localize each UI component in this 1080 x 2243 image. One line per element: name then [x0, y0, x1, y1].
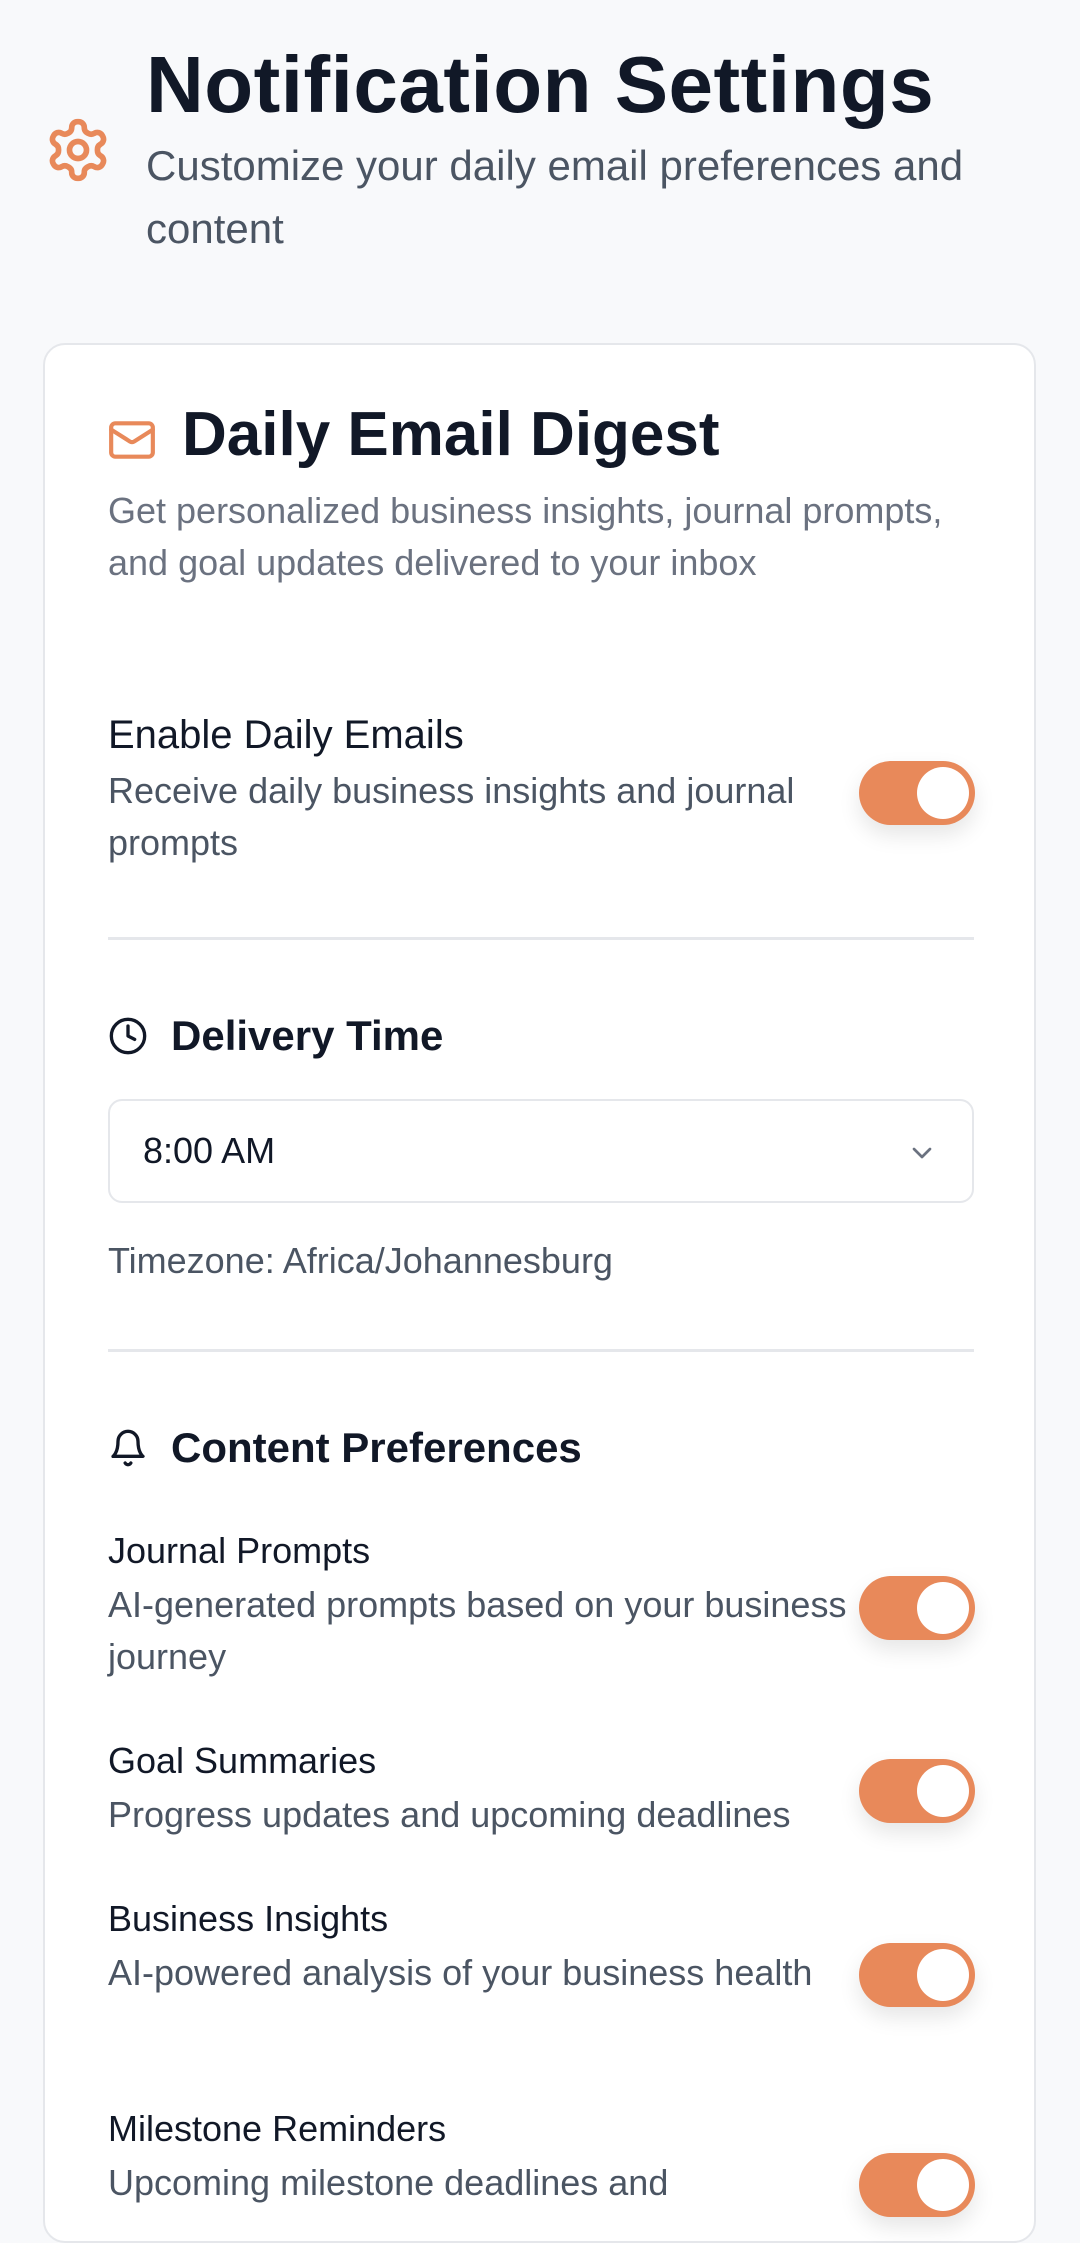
timezone-label: Timezone: Africa/Johannesburg — [108, 1240, 613, 1281]
divider — [108, 1349, 974, 1352]
enable-daily-emails-toggle[interactable] — [859, 761, 975, 825]
enable-daily-emails-description: Receive daily business insights and jour… — [108, 770, 795, 863]
business-insights-toggle[interactable] — [859, 1943, 975, 2007]
business-insights-description: AI-powered analysis of your business hea… — [108, 1952, 813, 1993]
milestone-reminders-toggle[interactable] — [859, 2153, 975, 2217]
journal-prompts-toggle[interactable] — [859, 1576, 975, 1640]
clock-icon — [109, 1017, 147, 1055]
milestone-reminders-description: Upcoming milestone deadlines and — [108, 2162, 669, 2203]
delivery-time-value: 8:00 AM — [143, 1130, 276, 1171]
toggle-knob — [917, 767, 969, 819]
goal-summaries-toggle[interactable] — [859, 1759, 975, 1823]
journal-prompts-title: Journal Prompts — [108, 1530, 371, 1571]
milestone-reminders-title: Milestone Reminders — [108, 2108, 447, 2149]
page-title: Notification Settings — [146, 40, 935, 129]
daily-email-digest-card: Daily Email Digest Get personalized busi… — [43, 343, 1036, 2243]
delivery-time-select[interactable]: 8:00 AM — [108, 1099, 974, 1203]
toggle-knob — [917, 1582, 969, 1634]
content-preferences-title: Content Preferences — [171, 1424, 582, 1471]
toggle-knob — [917, 1765, 969, 1817]
business-insights-title: Business Insights — [108, 1898, 389, 1939]
bell-icon — [111, 1429, 145, 1467]
delivery-time-title: Delivery Time — [171, 1012, 444, 1059]
toggle-knob — [917, 2159, 969, 2211]
chevron-down-icon — [912, 1147, 932, 1159]
mail-icon — [109, 421, 155, 459]
gear-icon — [49, 118, 107, 182]
goal-summaries-description: Progress updates and upcoming deadlines — [108, 1794, 791, 1835]
page-subtitle: Customize your daily email preferences a… — [146, 142, 964, 252]
card-description: Get personalized business insights, jour… — [108, 490, 943, 583]
enable-daily-emails-title: Enable Daily Emails — [108, 713, 464, 757]
toggle-knob — [917, 1949, 969, 2001]
divider — [108, 937, 974, 940]
goal-summaries-title: Goal Summaries — [108, 1740, 377, 1781]
journal-prompts-description: AI-generated prompts based on your busin… — [108, 1584, 847, 1677]
card-title: Daily Email Digest — [182, 400, 720, 469]
